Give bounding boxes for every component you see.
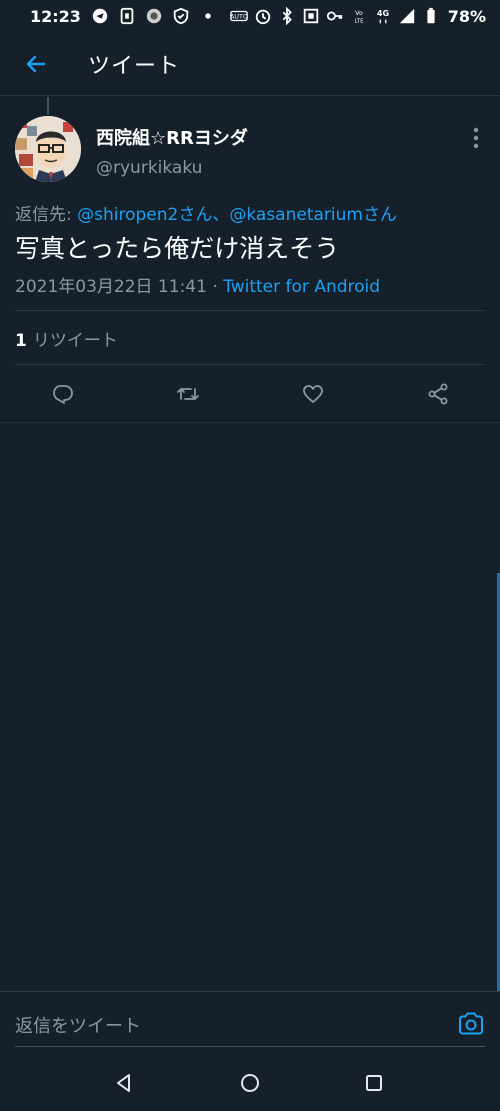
circle-home-icon (241, 1074, 259, 1092)
arrow-left-icon (26, 55, 46, 72)
display-name[interactable]: 西院組☆RRヨシダ (96, 124, 248, 150)
more-vertical-icon (473, 127, 479, 149)
sim-icon (118, 7, 136, 25)
more-options-button[interactable] (466, 126, 486, 150)
svg-text:AUTO: AUTO (230, 14, 248, 21)
bluetooth-icon (278, 7, 296, 25)
share-icon (428, 383, 448, 405)
4g-icon: 4G (374, 7, 392, 25)
triangle-back-icon (117, 1074, 130, 1092)
mention-link-kasanetarium[interactable]: @kasanetariumさん (229, 205, 397, 225)
retweet-count-label: リツイート (32, 331, 118, 351)
tweet-meta: 2021年03月22日 11:41 · Twitter for Android (15, 272, 380, 297)
svg-text:LTE: LTE (354, 18, 364, 24)
shield-icon (172, 7, 190, 25)
volte-icon: Vo LTE (350, 7, 368, 25)
sync-icon (91, 7, 109, 25)
camera-icon (459, 1012, 483, 1035)
mention-link-shiropen2[interactable]: @shiropen2さん (77, 205, 212, 225)
divider (15, 310, 485, 311)
reply-to-label: 返信先: (15, 205, 78, 225)
status-time: 12:23 (30, 6, 81, 26)
reply-icon (53, 385, 73, 404)
auto-icon: AUTO (230, 7, 248, 25)
nfc-icon (302, 7, 320, 25)
thread-connector-line (47, 97, 49, 115)
reply-to-line: 返信先: @shiropen2さん、@kasanetariumさん (15, 200, 397, 225)
app-header: ツイート (0, 32, 500, 96)
svg-text:4G: 4G (377, 8, 390, 18)
reply-input-underline (15, 1046, 485, 1047)
divider (0, 422, 500, 423)
signal-icon (398, 7, 416, 25)
reply-input[interactable]: 返信をツイート (15, 1012, 141, 1038)
system-navigation-bar (0, 1055, 500, 1111)
user-handle[interactable]: @ryurkikaku (96, 158, 202, 178)
page-title: ツイート (88, 53, 181, 79)
retweet-count-link[interactable]: 1 リツイート (15, 326, 118, 351)
status-right-icons: AUTO Vo LTE 4G 78% (230, 7, 486, 26)
battery-icon (422, 7, 440, 25)
avatar[interactable] (15, 116, 81, 182)
key-icon (326, 7, 344, 25)
reply-button[interactable] (47, 378, 79, 410)
tweet-action-bar (0, 366, 500, 422)
tweet-detail-screen: 12:23 AUTO Vo LTE 4G 78% ツイート 西院組☆RRヨシダ … (0, 0, 500, 1111)
tweet-text: 写真とったら俺だけ消えそう (15, 234, 340, 263)
retweet-count-number: 1 (15, 331, 27, 351)
alarm-icon (254, 7, 272, 25)
share-button[interactable] (422, 378, 454, 410)
tweet-source-link[interactable]: Twitter for Android (223, 277, 380, 297)
reply-mention-separator: 、 (212, 205, 230, 225)
camera-button[interactable] (456, 1009, 486, 1039)
status-left-icons (91, 7, 217, 25)
heart-icon (303, 385, 323, 403)
retweet-button[interactable] (172, 378, 204, 410)
like-button[interactable] (297, 378, 329, 410)
square-recents-icon (366, 1075, 382, 1091)
battery-percent: 78% (447, 6, 486, 26)
retweet-icon (177, 388, 199, 400)
app-icon (145, 7, 163, 25)
meta-separator: · (206, 277, 224, 297)
svg-text:Vo: Vo (355, 10, 363, 17)
nav-recents-button[interactable] (360, 1069, 388, 1097)
tweet-timestamp: 2021年03月22日 11:41 (15, 277, 207, 297)
back-button[interactable] (0, 32, 72, 96)
status-bar: 12:23 AUTO Vo LTE 4G 78% (0, 0, 500, 32)
reply-compose-bar: 返信をツイート (0, 991, 500, 1055)
divider (15, 364, 485, 365)
nav-home-button[interactable] (236, 1069, 264, 1097)
dot-icon (199, 7, 217, 25)
nav-back-button[interactable] (110, 1069, 138, 1097)
